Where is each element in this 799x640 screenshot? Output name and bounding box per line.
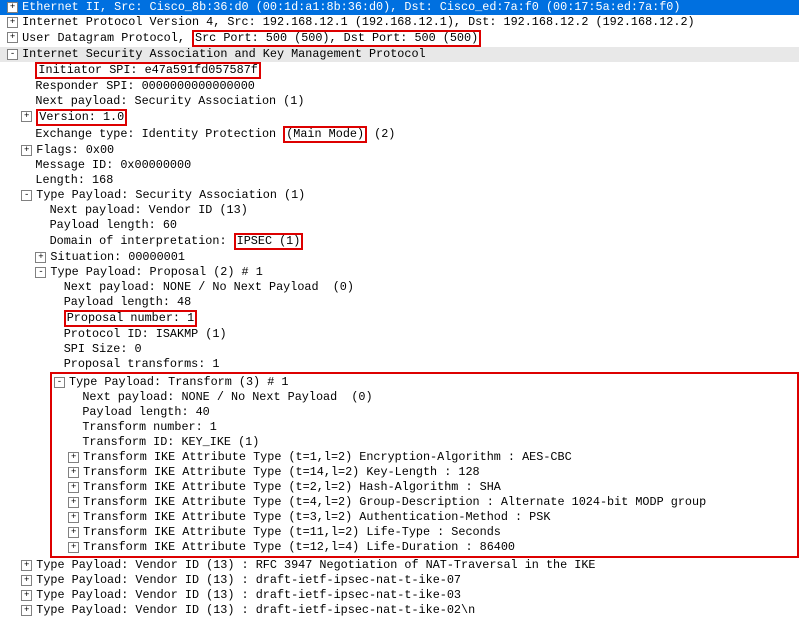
expand-toggle[interactable]: +	[68, 512, 79, 523]
expand-toggle[interactable]: +	[68, 497, 79, 508]
packet-details-tree: + Ethernet II, Src: Cisco_8b:36:d0 (00:1d…	[0, 0, 799, 618]
ip-text: Internet Protocol Version 4, Src: 192.16…	[22, 15, 695, 30]
type-payload-transform[interactable]: -Type Payload: Transform (3) # 1	[54, 375, 795, 390]
main-mode-highlight: (Main Mode)	[283, 126, 367, 143]
sa-next-payload[interactable]: Next payload: Vendor ID (13)	[0, 203, 799, 218]
field-exchange-type[interactable]: Exchange type: Identity Protection (Main…	[0, 126, 799, 143]
udp-ports-highlight: Src Port: 500 (500), Dst Port: 500 (500)	[192, 30, 481, 47]
vendor-id-4[interactable]: +Type Payload: Vendor ID (13) : draft-ie…	[0, 603, 799, 618]
transform-next-payload[interactable]: Next payload: NONE / No Next Payload (0)	[54, 390, 795, 405]
proposal-next-payload[interactable]: Next payload: NONE / No Next Payload (0)	[0, 280, 799, 295]
transform-attr-auth[interactable]: +Transform IKE Attribute Type (t=3,l=2) …	[54, 510, 795, 525]
collapse-toggle[interactable]: -	[35, 267, 46, 278]
collapse-toggle[interactable]: -	[7, 49, 18, 60]
proposal-payload-length[interactable]: Payload length: 48	[0, 295, 799, 310]
expand-toggle[interactable]: +	[68, 482, 79, 493]
transform-attr-keylength[interactable]: +Transform IKE Attribute Type (t=14,l=2)…	[54, 465, 795, 480]
vendor-id-3[interactable]: +Type Payload: Vendor ID (13) : draft-ie…	[0, 588, 799, 603]
sa-payload-length[interactable]: Payload length: 60	[0, 218, 799, 233]
field-version[interactable]: + Version: 1.0	[0, 109, 799, 126]
initiator-spi-highlight: Initiator SPI: e47a591fd057587f	[35, 62, 260, 79]
type-payload-sa[interactable]: -Type Payload: Security Association (1)	[0, 188, 799, 203]
isakmp-header[interactable]: -Internet Security Association and Key M…	[0, 47, 799, 62]
transform-highlight-box: -Type Payload: Transform (3) # 1 Next pa…	[50, 372, 799, 558]
udp-header[interactable]: + User Datagram Protocol, Src Port: 500 (…	[0, 30, 799, 47]
transform-attr-lifedur[interactable]: +Transform IKE Attribute Type (t=12,l=4)…	[54, 540, 795, 555]
udp-text: User Datagram Protocol, Src Port: 500 (5…	[22, 30, 481, 47]
expand-toggle[interactable]: +	[21, 605, 32, 616]
transform-payload-length[interactable]: Payload length: 40	[54, 405, 795, 420]
expand-toggle[interactable]: +	[21, 145, 32, 156]
doi-highlight: IPSEC (1)	[234, 233, 304, 250]
vendor-id-2[interactable]: +Type Payload: Vendor ID (13) : draft-ie…	[0, 573, 799, 588]
expand-toggle[interactable]: +	[21, 560, 32, 571]
transform-attr-encryption[interactable]: +Transform IKE Attribute Type (t=1,l=2) …	[54, 450, 795, 465]
sa-situation[interactable]: +Situation: 00000001	[0, 250, 799, 265]
expand-toggle[interactable]: +	[68, 527, 79, 538]
expand-toggle[interactable]: +	[68, 542, 79, 553]
isakmp-text: Internet Security Association and Key Ma…	[22, 47, 426, 62]
version-highlight: Version: 1.0	[36, 109, 127, 126]
transform-attr-hash[interactable]: +Transform IKE Attribute Type (t=2,l=2) …	[54, 480, 795, 495]
expand-toggle[interactable]: +	[21, 111, 32, 122]
expand-toggle[interactable]: +	[68, 452, 79, 463]
proposal-number[interactable]: Proposal number: 1	[0, 310, 799, 327]
field-next-payload[interactable]: Next payload: Security Association (1)	[0, 94, 799, 109]
field-initiator-spi[interactable]: Initiator SPI: e47a591fd057587f	[0, 62, 799, 79]
collapse-toggle[interactable]: -	[21, 190, 32, 201]
transform-attr-group[interactable]: +Transform IKE Attribute Type (t=4,l=2) …	[54, 495, 795, 510]
ethernet-header[interactable]: + Ethernet II, Src: Cisco_8b:36:d0 (00:1d…	[0, 0, 799, 15]
field-length[interactable]: Length: 168	[0, 173, 799, 188]
collapse-toggle[interactable]: -	[54, 377, 65, 388]
expand-toggle[interactable]: +	[7, 32, 18, 43]
proposal-protocol-id[interactable]: Protocol ID: ISAKMP (1)	[0, 327, 799, 342]
ip-header[interactable]: + Internet Protocol Version 4, Src: 192.1…	[0, 15, 799, 30]
expand-toggle[interactable]: +	[68, 467, 79, 478]
transform-attr-lifetype[interactable]: +Transform IKE Attribute Type (t=11,l=2)…	[54, 525, 795, 540]
transform-id[interactable]: Transform ID: KEY_IKE (1)	[54, 435, 795, 450]
vendor-id-1[interactable]: +Type Payload: Vendor ID (13) : RFC 3947…	[0, 558, 799, 573]
expand-toggle[interactable]: +	[7, 2, 18, 13]
proposal-number-highlight: Proposal number: 1	[64, 310, 197, 327]
expand-toggle[interactable]: +	[21, 575, 32, 586]
expand-toggle[interactable]: +	[7, 17, 18, 28]
transform-number[interactable]: Transform number: 1	[54, 420, 795, 435]
field-responder-spi[interactable]: Responder SPI: 0000000000000000	[0, 79, 799, 94]
proposal-transforms[interactable]: Proposal transforms: 1	[0, 357, 799, 372]
field-message-id[interactable]: Message ID: 0x00000000	[0, 158, 799, 173]
expand-toggle[interactable]: +	[21, 590, 32, 601]
sa-doi[interactable]: Domain of interpretation: IPSEC (1)	[0, 233, 799, 250]
type-payload-proposal[interactable]: -Type Payload: Proposal (2) # 1	[0, 265, 799, 280]
proposal-spi-size[interactable]: SPI Size: 0	[0, 342, 799, 357]
ethernet-text: Ethernet II, Src: Cisco_8b:36:d0 (00:1d:…	[22, 0, 680, 15]
field-flags[interactable]: +Flags: 0x00	[0, 143, 799, 158]
expand-toggle[interactable]: +	[35, 252, 46, 263]
